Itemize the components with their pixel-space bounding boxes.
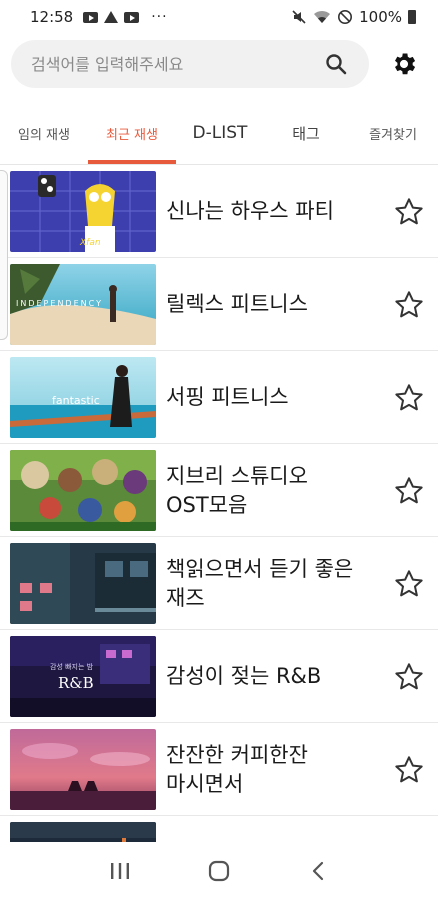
playlist-thumbnail[interactable] (10, 729, 156, 810)
favorite-star-button[interactable] (392, 660, 426, 694)
playlist-title[interactable]: 릴렉스 피트니스 (166, 258, 378, 351)
playlist-thumbnail[interactable]: fantastic (10, 357, 156, 438)
search-bar[interactable] (11, 40, 369, 88)
tab-recent-play[interactable]: 최근 재생 (88, 104, 176, 162)
scroll-edge-handle (0, 170, 8, 340)
thumbnail-caption: R&B (58, 674, 94, 692)
star-outline-icon[interactable] (393, 196, 425, 228)
favorite-star-button[interactable] (392, 567, 426, 601)
playlist-title-line2: 재즈 (166, 585, 205, 610)
playlist-item[interactable]: Xfan 신나는 하우스 파티 (0, 165, 438, 258)
playlist-title-line2: 마시면서 (166, 771, 244, 796)
battery-percent: 100% (359, 8, 402, 26)
playlist-thumbnail[interactable]: Xfan (10, 171, 156, 252)
block-icon (338, 10, 353, 24)
playlist-title-line1: 서핑 피트니스 (166, 385, 289, 409)
status-bar: 12:58 ··· 100% (0, 0, 438, 34)
back-button[interactable] (298, 851, 338, 891)
playlist-title[interactable]: 지브리 스튜디오 OST모음 (166, 444, 378, 537)
system-nav-bar (0, 842, 438, 900)
playlist-thumbnail[interactable] (10, 543, 156, 624)
playlist-thumbnail[interactable]: 감성 빠지는 밤 R&B (10, 636, 156, 717)
playlist-item[interactable] (0, 816, 438, 842)
playlist-item[interactable]: 감성 빠지는 밤 R&B 감성이 젖는 R&B (0, 630, 438, 723)
tab-d-list[interactable]: D-LIST (176, 104, 264, 162)
playlist-thumbnail[interactable] (10, 450, 156, 531)
status-left: 12:58 ··· (30, 8, 168, 26)
star-outline-icon[interactable] (393, 754, 425, 786)
playlist-title[interactable]: 잔잔한 커피한잔 마시면서 (166, 723, 378, 816)
star-outline-icon[interactable] (393, 475, 425, 507)
playlist-title-line1: 감성이 젖는 R&B (166, 664, 322, 688)
wifi-icon (314, 10, 331, 23)
star-outline-icon[interactable] (393, 289, 425, 321)
playlist-title-line1: 신나는 하우스 파티 (166, 199, 334, 223)
playlist-item[interactable]: INDEPENDENCY 릴렉스 피트니스 (0, 258, 438, 351)
back-icon[interactable] (310, 860, 326, 882)
favorite-star-button[interactable] (392, 753, 426, 787)
playlist-title-line1: 릴렉스 피트니스 (166, 292, 308, 316)
star-outline-icon[interactable] (393, 382, 425, 414)
recent-apps-button[interactable] (100, 851, 140, 891)
playlist-item[interactable]: 지브리 스튜디오 OST모음 (0, 444, 438, 537)
mute-icon (292, 10, 306, 24)
youtube-notification-icon (83, 11, 99, 23)
tab-random-play[interactable]: 임의 재생 (0, 104, 88, 162)
warning-icon (104, 11, 119, 23)
playlist-title[interactable]: 신나는 하우스 파티 (166, 165, 378, 258)
playlist-item[interactable]: fantastic 서핑 피트니스 (0, 351, 438, 444)
playlist-thumbnail[interactable] (10, 822, 156, 842)
thumbnail-caption-small: 감성 빠지는 밤 (50, 662, 94, 671)
home-button[interactable] (199, 851, 239, 891)
playlist-item[interactable]: 잔잔한 커피한잔 마시면서 (0, 723, 438, 816)
favorite-star-button[interactable] (392, 288, 426, 322)
gear-icon[interactable] (390, 50, 418, 78)
home-icon[interactable] (207, 859, 231, 883)
playlist-title[interactable]: 감성이 젖는 R&B (166, 630, 378, 723)
playlist-title[interactable]: 책읽으면서 듣기 좋은 재즈 (166, 537, 378, 630)
playlist-list[interactable]: Xfan 신나는 하우스 파티 INDEPENDENCY 릴렉스 피트니스 fa… (0, 165, 438, 842)
tab-bar: 임의 재생 최근 재생 D-LIST 태그 즐겨찾기 (0, 104, 438, 162)
search-input[interactable] (31, 54, 323, 74)
status-time: 12:58 (30, 8, 74, 26)
playlist-title[interactable]: 서핑 피트니스 (166, 351, 378, 444)
thumbnail-caption: INDEPENDENCY (16, 299, 103, 308)
more-notifications-icon: ··· (151, 9, 168, 25)
favorite-star-button[interactable] (392, 381, 426, 415)
settings-button[interactable] (388, 48, 420, 80)
playlist-item[interactable]: 책읽으면서 듣기 좋은 재즈 (0, 537, 438, 630)
search-icon[interactable] (323, 51, 349, 77)
star-outline-icon[interactable] (393, 661, 425, 693)
youtube-notification-icon (124, 11, 140, 23)
status-right: 100% (291, 8, 416, 26)
playlist-title-line1: 책읽으면서 듣기 좋은 (166, 556, 354, 581)
thumbnail-caption: fantastic (52, 394, 100, 407)
playlist-title-line1: 지브리 스튜디오 (166, 463, 308, 488)
tab-tag[interactable]: 태그 (264, 104, 348, 162)
favorite-star-button[interactable] (392, 195, 426, 229)
tab-favorites[interactable]: 즐겨찾기 (348, 104, 438, 162)
battery-icon (408, 10, 416, 24)
recent-apps-icon[interactable] (109, 861, 131, 881)
favorite-star-button[interactable] (392, 474, 426, 508)
star-outline-icon[interactable] (393, 568, 425, 600)
playlist-title-line1: 잔잔한 커피한잔 (166, 742, 308, 767)
playlist-thumbnail[interactable]: INDEPENDENCY (10, 264, 156, 345)
playlist-title-line2: OST모음 (166, 492, 248, 517)
svg-text:Xfan: Xfan (79, 238, 101, 248)
